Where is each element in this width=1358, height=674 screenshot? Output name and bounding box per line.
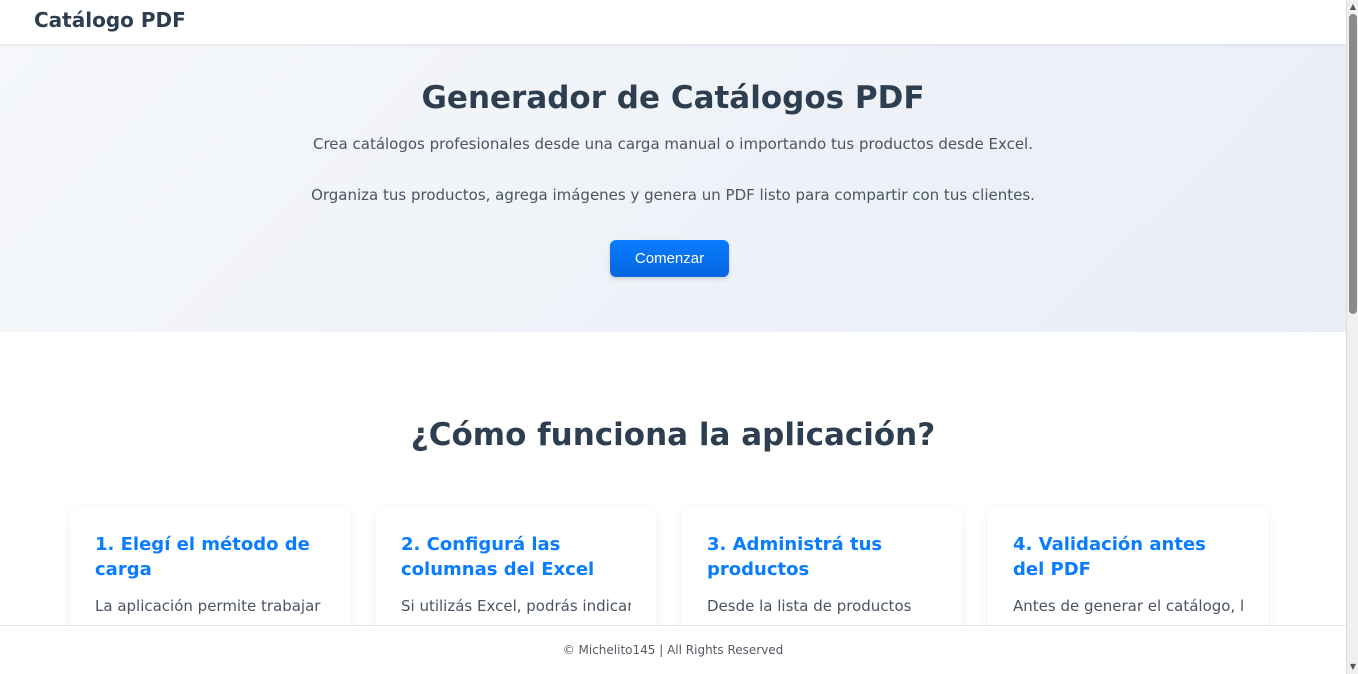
start-button[interactable]: Comenzar [610,240,729,277]
hero-title: Generador de Catálogos PDF [421,80,925,116]
step-card-text: Si utilizás Excel, podrás indicar [401,597,631,615]
footer-copyright: © Michelito145 | All Rights Reserved [562,643,784,657]
brand-logo-text[interactable]: Catálogo PDF [34,8,186,32]
vertical-scrollbar[interactable]: ▲ ▼ [1346,0,1358,674]
step-card-text: Antes de generar el catálogo, la [1013,597,1243,615]
step-card-text: La aplicación permite trabajar de [95,597,325,615]
page-viewport: Catálogo PDF Generador de Catálogos PDF … [0,0,1346,674]
step-card-title: 4. Validación antes del PDF [1013,534,1206,580]
hero-description-1: Crea catálogos profesionales desde una c… [313,135,1033,153]
scroll-up-arrow-icon[interactable]: ▲ [1349,2,1357,12]
navbar: Catálogo PDF [0,0,1346,44]
step-card-title: 3. Administrá tus productos [707,534,883,580]
scroll-down-arrow-icon[interactable]: ▼ [1349,662,1357,672]
hero-description-2: Organiza tus productos, agrega imágenes … [311,186,1035,204]
footer: © Michelito145 | All Rights Reserved [0,625,1346,674]
scrollbar-thumb[interactable] [1349,14,1357,314]
hero-section: Generador de Catálogos PDF Crea catálogo… [0,44,1346,332]
step-card-title: 2. Configurá las columnas del Excel [401,534,595,580]
how-it-works-title: ¿Cómo funciona la aplicación? [410,417,936,453]
step-card-title: 1. Elegí el método de carga [95,534,310,580]
step-card-text: Desde la lista de productos [707,597,912,615]
